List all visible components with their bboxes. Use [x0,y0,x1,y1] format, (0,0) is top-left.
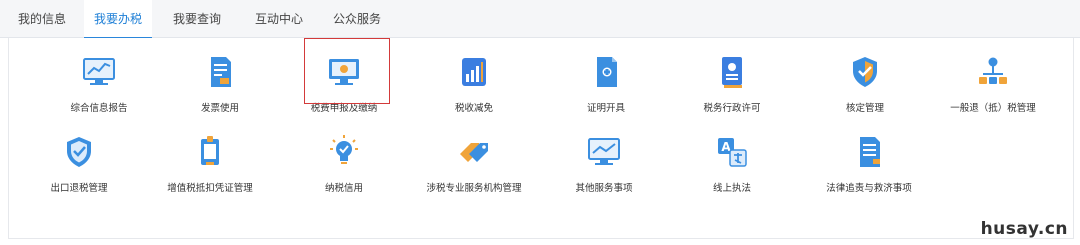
monitor-declare-icon [329,59,359,85]
tab-tax-handling[interactable]: 我要办税 [84,0,152,39]
item-label: 税费申报及缴纳 [310,103,378,114]
item-label: 综合信息报告 [70,103,128,114]
item-verification-management[interactable]: 核定管理 [795,52,935,132]
tab-my-info[interactable]: 我的信息 [0,0,84,38]
translate-icon: A [718,138,747,167]
item-label: 核定管理 [845,103,884,114]
item-label: 涉税专业服务机构管理 [426,183,522,194]
item-other-services[interactable]: 其他服务事项 [534,132,674,212]
item-tax-declaration-payment[interactable]: 税费申报及缴纳 [274,52,414,132]
item-label: 税务行政许可 [703,103,761,114]
item-label: 纳税信用 [324,183,363,194]
item-label: 法律追责与救济事项 [826,183,912,194]
certificate-document-icon [597,57,617,87]
item-label: 其他服务事项 [575,183,633,194]
legal-document-icon [860,137,880,167]
lightbulb-badge-icon [330,135,358,164]
shield-check-icon [853,57,877,87]
tab-query[interactable]: 我要查询 [160,0,234,38]
invoice-document-icon [211,57,231,87]
item-export-refund-management[interactable]: 出口退税管理 [9,132,149,212]
hierarchy-icon [979,57,1007,84]
item-administrative-license[interactable]: 税务行政许可 [662,52,802,132]
item-label: 证明开具 [586,103,625,114]
tab-interaction-center[interactable]: 互动中心 [240,0,318,38]
monitor-chart-icon [83,58,115,85]
item-tax-credit[interactable]: 纳税信用 [274,132,414,212]
bar-chart-tile-icon [462,58,486,86]
tab-public-service[interactable]: 公众服务 [320,0,394,38]
tag-pair-icon [460,143,488,162]
item-comprehensive-info-report[interactable]: 综合信息报告 [29,52,169,132]
item-label: 出口退税管理 [50,183,108,194]
item-label: 发票使用 [200,103,239,114]
deduction-voucher-icon [201,136,219,165]
export-shield-icon [67,137,91,167]
item-label: 一般退（抵）税管理 [950,103,1036,114]
item-online-law-enforcement[interactable]: A 线上执法 [662,132,802,212]
item-tax-reduction[interactable]: 税收减免 [404,52,544,132]
item-tax-agency-management[interactable]: 涉税专业服务机构管理 [404,132,544,212]
service-panel: 综合信息报告 发票使用 税费申报及缴纳 税收减免 证明开具 税务行政许可 核定管… [8,38,1074,239]
item-label: 税收减免 [454,103,493,114]
tab-bar: 我的信息 我要办税 我要查询 互动中心 公众服务 [0,0,1080,39]
item-general-refund-management[interactable]: 一般退（抵）税管理 [923,52,1063,132]
license-document-icon [722,57,742,88]
monitor-line-icon [588,138,620,165]
item-label: 线上执法 [712,183,751,194]
item-legal-remedy[interactable]: 法律追责与救济事项 [799,132,939,212]
item-invoice-use[interactable]: 发票使用 [150,52,290,132]
watermark: husay.cn [980,219,1068,239]
item-certificate-issuance[interactable]: 证明开具 [536,52,676,132]
item-label: 增值税抵扣凭证管理 [167,183,253,194]
item-vat-deduction-voucher[interactable]: 增值税抵扣凭证管理 [140,132,280,212]
